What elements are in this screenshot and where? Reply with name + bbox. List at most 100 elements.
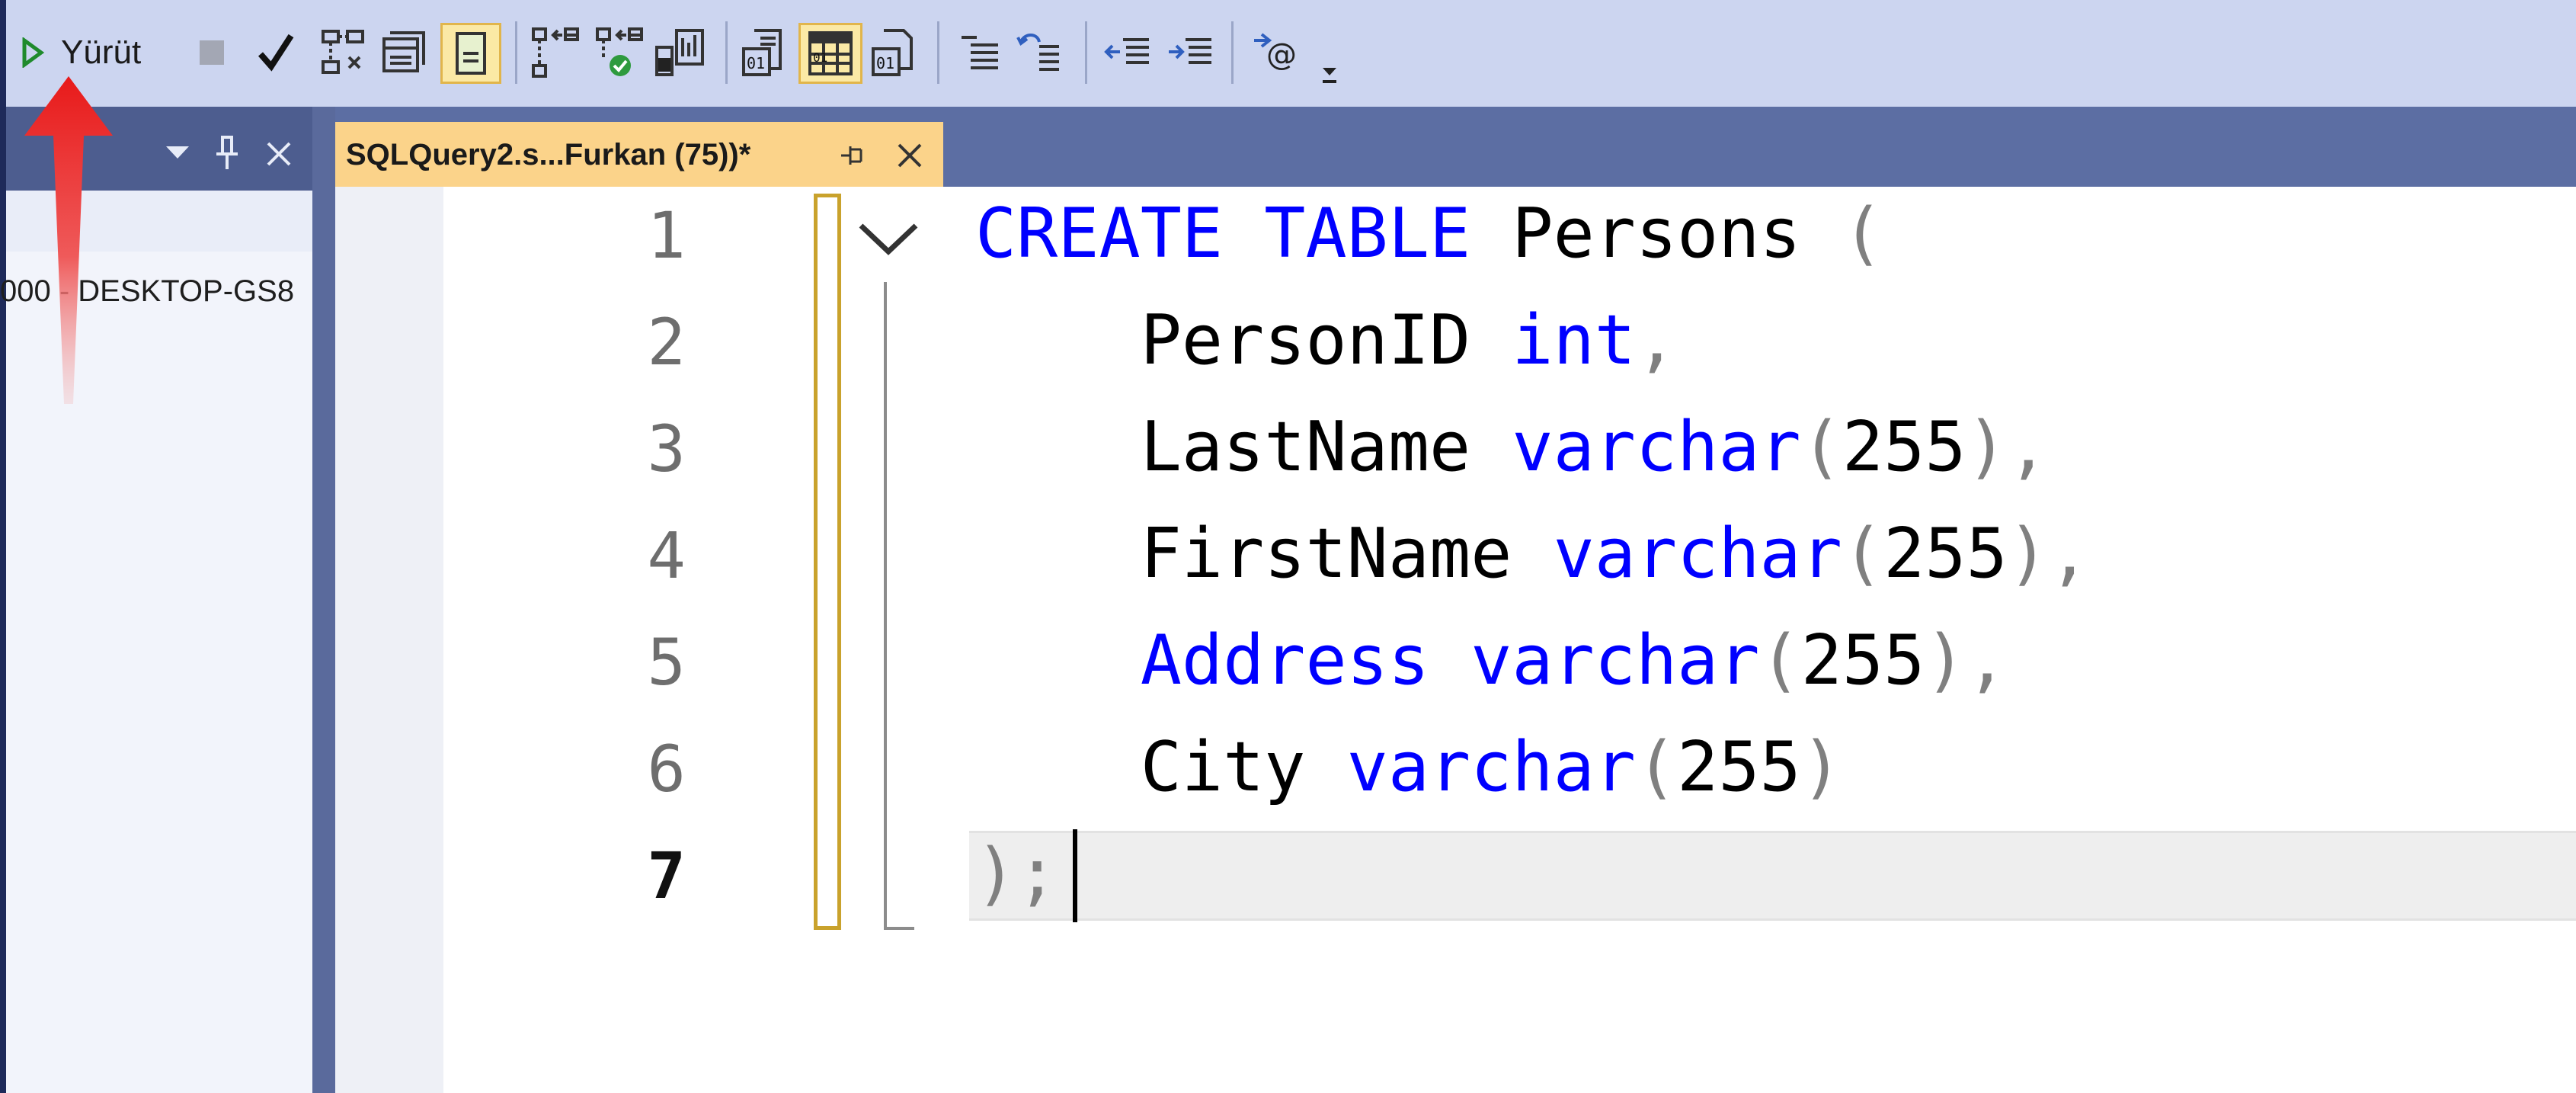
line-number: 3 — [647, 412, 686, 486]
line-number: 5 — [647, 625, 686, 700]
close-tab-icon[interactable] — [894, 140, 925, 171]
toolbar-separator — [725, 21, 728, 84]
cancel-query-button[interactable] — [198, 20, 226, 85]
client-statistics-icon — [655, 29, 704, 76]
tab-sqlquery2[interactable]: SQLQuery2.s...Furkan (75))* — [335, 122, 943, 188]
sql-keyword: TABLE — [1264, 194, 1471, 274]
text-caret — [1073, 829, 1077, 922]
code-line: CREATE TABLE Persons ( — [975, 194, 1883, 274]
line-number: 2 — [647, 305, 686, 380]
sql-punctuation: ); — [975, 834, 1058, 914]
pin-tab-icon[interactable] — [838, 142, 869, 169]
toolbar-overflow-icon — [1323, 68, 1336, 83]
execute-icon — [22, 37, 44, 68]
results-to-text-icon: 01 — [742, 29, 782, 76]
comment-lines-button[interactable] — [958, 20, 1001, 85]
fold-region-end — [884, 927, 914, 930]
stop-icon — [200, 40, 224, 65]
tab-title: SQLQuery2.s...Furkan (75))* — [346, 137, 751, 171]
line-number: 7 — [647, 838, 686, 913]
sql-identifier: PersonID — [975, 300, 1512, 380]
sql-punctuation: ) — [1800, 727, 1842, 807]
sql-identifier: FirstName — [975, 514, 1554, 594]
window-position-dropdown-icon[interactable] — [165, 145, 190, 160]
sql-punctuation: ( — [1842, 514, 1884, 594]
sql-identifier: 255 — [1883, 514, 2008, 594]
intellisense-toggle-icon — [456, 32, 486, 75]
sql-punctuation: ( — [1635, 727, 1678, 807]
code-line: City varchar(255) — [975, 727, 1842, 807]
svg-text:01: 01 — [813, 50, 827, 65]
results-to-file-button[interactable]: 01 — [870, 20, 916, 85]
increase-indent-button[interactable] — [1166, 20, 1214, 85]
line-number: 4 — [647, 518, 686, 593]
toolbar-separator — [515, 21, 517, 84]
pin-icon[interactable] — [213, 134, 241, 171]
specify-template-values-button[interactable]: @ — [1251, 20, 1301, 85]
sql-punctuation: ( — [1800, 407, 1842, 487]
display-estimated-plan-button[interactable] — [320, 20, 366, 85]
sql-identifier: City — [975, 727, 1347, 807]
sql-identifier: 255 — [1800, 620, 1925, 700]
code-line: ); — [975, 834, 1058, 914]
sql-identifier: 255 — [1677, 727, 1801, 807]
results-to-grid-button[interactable]: 01 — [798, 23, 862, 84]
query-options-icon — [382, 31, 425, 72]
include-actual-plan-button[interactable] — [529, 20, 582, 85]
code-line: FirstName varchar(255), — [975, 514, 2090, 594]
client-statistics-button[interactable] — [654, 20, 707, 85]
sql-identifier — [1429, 620, 1470, 700]
line-number: 6 — [647, 732, 686, 806]
current-line-highlight — [969, 831, 2576, 921]
unsaved-change-indicator — [814, 194, 841, 930]
results-to-file-icon: 01 — [872, 29, 913, 76]
toolbar-separator — [937, 21, 939, 84]
sql-keyword: CREATE — [975, 194, 1224, 274]
comment-lines-icon — [962, 36, 998, 69]
toolbar-separator — [1231, 21, 1234, 84]
svg-text:@: @ — [1266, 37, 1297, 72]
sql-punctuation: , — [1635, 300, 1678, 380]
sql-keyword: varchar — [1512, 407, 1801, 487]
line-number: 1 — [647, 198, 686, 273]
code-line: PersonID int, — [975, 300, 1677, 380]
include-actual-plan-icon — [532, 27, 579, 78]
code-line: LastName varchar(255), — [975, 407, 2049, 487]
uncomment-lines-button[interactable] — [1016, 20, 1062, 85]
results-to-grid-icon: 01 — [808, 31, 853, 75]
sql-keyword: Address — [1140, 620, 1430, 700]
collapse-chevron-icon[interactable] — [856, 213, 920, 259]
sql-identifier: 255 — [1842, 407, 1966, 487]
selection-margin — [335, 187, 443, 1093]
parse-button[interactable] — [258, 20, 294, 85]
svg-text:01: 01 — [747, 54, 765, 72]
live-query-statistics-button[interactable] — [593, 20, 646, 85]
execute-label: Yürüt — [61, 34, 142, 71]
increase-indent-icon — [1169, 38, 1211, 64]
live-query-stats-icon — [596, 27, 643, 76]
sql-punctuation: ( — [1759, 620, 1801, 700]
sql-punctuation: ( — [1842, 194, 1884, 274]
query-options-button[interactable] — [381, 20, 427, 85]
specify-template-values-icon: @ — [1254, 33, 1297, 72]
sql-punctuation: ), — [1925, 620, 2008, 700]
parse-checkmark-icon — [258, 34, 294, 72]
panel-splitter[interactable] — [312, 107, 335, 1093]
uncomment-lines-icon — [1016, 34, 1059, 71]
decrease-indent-button[interactable] — [1103, 20, 1152, 85]
svg-text:01: 01 — [876, 54, 894, 72]
sql-identifier — [975, 620, 1141, 700]
close-icon[interactable] — [265, 140, 293, 168]
sql-identifier: Persons — [1470, 194, 1842, 274]
toolbar-overflow-button[interactable] — [1318, 30, 1341, 96]
intellisense-toggle-button[interactable] — [440, 23, 501, 84]
annotation-arrow-icon — [24, 76, 113, 404]
sql-keyword: varchar — [1346, 727, 1636, 807]
toolbar-separator — [1085, 21, 1087, 84]
sql-editor-toolbar: Yürüt 01 01 01 @ — [6, 0, 2576, 108]
results-to-text-button[interactable]: 01 — [741, 20, 786, 85]
code-line: Address varchar(255), — [975, 620, 2008, 700]
sql-identifier: LastName — [975, 407, 1512, 487]
sql-punctuation: ), — [2007, 514, 2091, 594]
sql-keyword: varchar — [1553, 514, 1842, 594]
